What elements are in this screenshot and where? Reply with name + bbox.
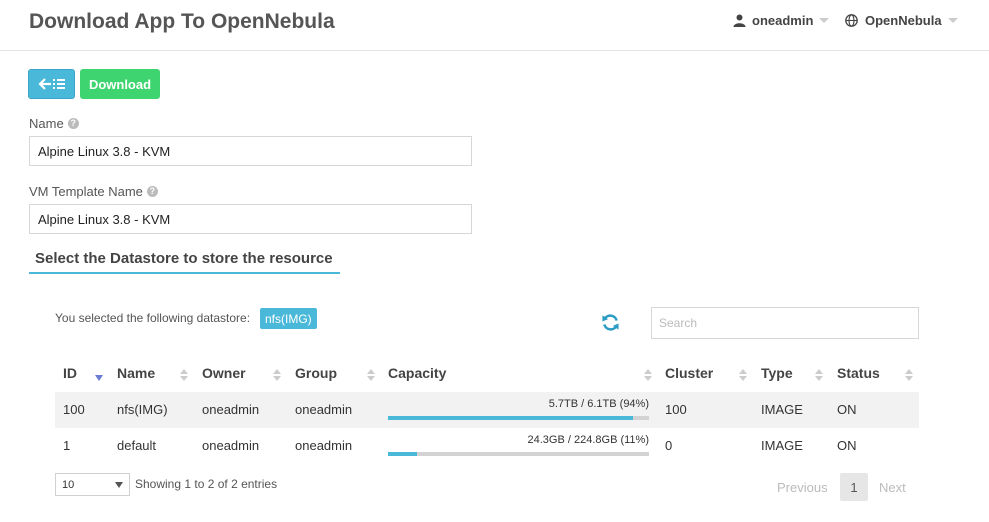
cell-group: oneadmin — [295, 438, 353, 453]
help-icon[interactable]: ? — [67, 118, 79, 129]
capacity-bar — [388, 416, 649, 420]
table-row[interactable]: 100 nfs(IMG) oneadmin oneadmin 5.7TB / 6… — [55, 392, 919, 428]
sort-icon — [739, 369, 747, 381]
previous-page-button[interactable]: Previous — [777, 480, 828, 495]
zone-name: OpenNebula — [865, 13, 942, 28]
name-field[interactable] — [29, 136, 472, 166]
cell-cluster: 0 — [665, 438, 673, 453]
capacity-bar — [388, 452, 649, 456]
cell-cluster: 100 — [665, 402, 687, 417]
cell-status: ON — [837, 402, 857, 417]
cell-owner: oneadmin — [202, 402, 260, 417]
column-header-cluster[interactable]: Cluster — [665, 365, 713, 381]
cell-status: ON — [837, 438, 857, 453]
datastore-section-title: Select the Datastore to store the resour… — [29, 247, 340, 274]
user-name: oneadmin — [752, 13, 814, 28]
cell-owner: oneadmin — [202, 438, 260, 453]
name-label: Name ? — [29, 116, 79, 131]
template-name-field[interactable] — [29, 204, 472, 234]
sort-icon — [815, 369, 823, 381]
chevron-down-icon — [819, 18, 830, 23]
help-icon[interactable]: ? — [146, 186, 158, 197]
arrow-left-list-icon — [37, 78, 65, 90]
current-page-button[interactable]: 1 — [840, 473, 868, 501]
column-header-name[interactable]: Name — [117, 365, 155, 381]
cell-capacity: 24.3GB / 224.8GB (11%) — [388, 428, 649, 464]
sort-icon — [180, 369, 188, 381]
sort-desc-icon — [95, 375, 103, 381]
sort-icon — [905, 369, 913, 381]
top-bar: Download App To OpenNebula oneadmin Open… — [0, 0, 989, 51]
back-button[interactable] — [28, 69, 75, 99]
capacity-text: 24.3GB / 224.8GB (11%) — [527, 434, 649, 446]
chevron-down-icon — [115, 482, 123, 488]
capacity-text: 5.7TB / 6.1TB (94%) — [548, 398, 649, 410]
name-label-text: Name — [29, 116, 64, 131]
sort-icon — [367, 369, 375, 381]
cell-name: default — [117, 438, 157, 453]
column-header-type[interactable]: Type — [761, 365, 793, 381]
capacity-bar-fill — [388, 416, 634, 420]
column-header-group[interactable]: Group — [295, 365, 337, 381]
user-icon — [733, 14, 746, 27]
cell-type: IMAGE — [761, 438, 803, 453]
entries-info: Showing 1 to 2 of 2 entries — [135, 477, 278, 491]
next-page-button[interactable]: Next — [879, 480, 906, 495]
download-button[interactable]: Download — [80, 69, 160, 99]
cell-group: oneadmin — [295, 402, 353, 417]
sort-icon — [273, 369, 281, 381]
cell-name: nfs(IMG) — [117, 402, 168, 417]
page-size-value: 10 — [62, 478, 75, 491]
cell-type: IMAGE — [761, 402, 803, 417]
column-header-capacity[interactable]: Capacity — [388, 365, 446, 381]
column-header-status[interactable]: Status — [837, 365, 880, 381]
globe-icon — [845, 14, 858, 27]
selected-datastore-text: You selected the following datastore: — [55, 311, 251, 325]
chevron-down-icon — [947, 18, 958, 23]
refresh-icon[interactable] — [601, 313, 620, 332]
column-header-id[interactable]: ID — [63, 365, 77, 381]
page-title: Download App To OpenNebula — [29, 10, 335, 33]
table-row[interactable]: 1 default oneadmin oneadmin 24.3GB / 224… — [55, 428, 919, 464]
search-input[interactable] — [651, 307, 919, 339]
page-size-select[interactable]: 10 — [55, 473, 130, 496]
cell-id: 1 — [63, 438, 71, 453]
selected-datastore-badge: nfs(IMG) — [260, 308, 317, 329]
template-name-label: VM Template Name ? — [29, 184, 158, 199]
user-menu[interactable]: oneadmin — [733, 13, 830, 28]
capacity-bar-fill — [388, 452, 417, 456]
sort-icon — [644, 369, 652, 381]
cell-capacity: 5.7TB / 6.1TB (94%) — [388, 392, 649, 428]
template-label-text: VM Template Name — [29, 184, 143, 199]
cell-id: 100 — [63, 402, 85, 417]
column-header-owner[interactable]: Owner — [202, 365, 246, 381]
zone-menu[interactable]: OpenNebula — [845, 13, 958, 28]
